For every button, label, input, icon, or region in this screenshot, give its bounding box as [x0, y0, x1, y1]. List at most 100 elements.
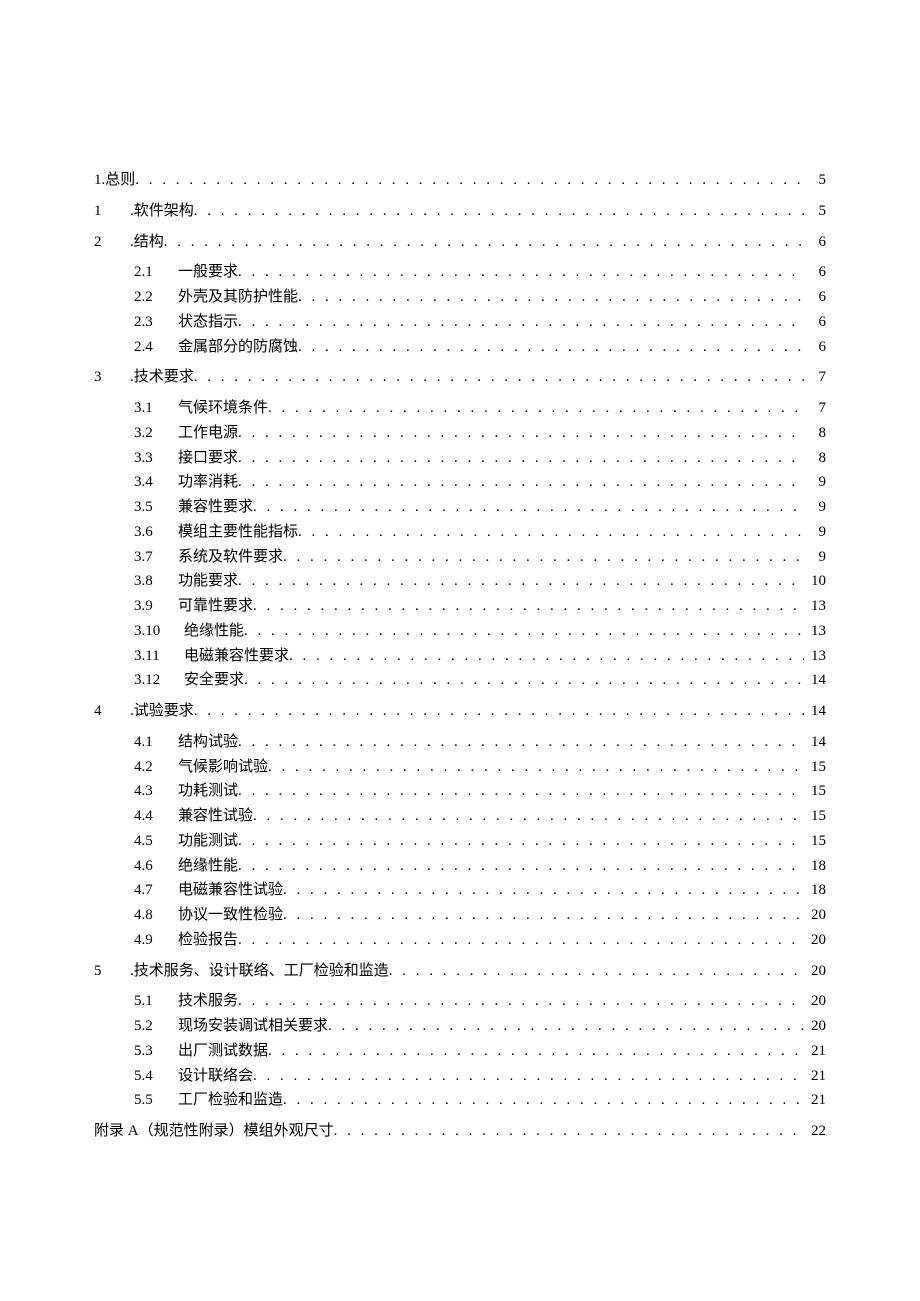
toc-title: 设计联络会: [178, 1064, 253, 1089]
toc-subsection: 3.8 功能要求 10: [134, 569, 826, 594]
toc-title: 气候影响试验: [178, 755, 268, 780]
toc-leader: [238, 569, 804, 594]
toc-page: 20: [804, 928, 826, 953]
toc-page: 7: [804, 365, 826, 390]
toc-leader: [298, 335, 804, 360]
toc-title: 功耗测试: [178, 779, 238, 804]
toc-section-5: 5 .技术服务、设计联络、工厂检验和监造 20: [94, 959, 826, 984]
toc-subsection: 4.5 功能测试 15: [134, 829, 826, 854]
toc-page: 9: [804, 545, 826, 570]
toc-leader: [238, 310, 804, 335]
toc-page: 15: [804, 755, 826, 780]
toc-sub: 4.4: [134, 804, 170, 829]
toc-page: 6: [804, 260, 826, 285]
toc-sub: 2.4: [134, 335, 170, 360]
toc-leader: [238, 470, 804, 495]
toc-leader: [283, 545, 804, 570]
toc-section-0: 1.总则 5: [94, 168, 826, 193]
toc-title: 状态指示: [178, 310, 238, 335]
toc-page: 6: [804, 285, 826, 310]
toc-sub: 3.11: [134, 644, 176, 669]
toc-title: 协议一致性检验: [178, 903, 283, 928]
toc-title: 外壳及其防护性能: [178, 285, 298, 310]
toc-page: 14: [804, 668, 826, 693]
toc-num: 1: [94, 199, 120, 224]
toc-page: 20: [804, 959, 826, 984]
toc-page: 6: [804, 335, 826, 360]
toc-leader: [194, 699, 804, 724]
toc-sub: 3.8: [134, 569, 170, 594]
toc-subsection: 5.4 设计联络会 21: [134, 1064, 826, 1089]
toc-subsection: 5.2 现场安装调试相关要求 20: [134, 1014, 826, 1039]
toc-title: 检验报告: [178, 928, 238, 953]
toc-title: .技术要求: [130, 365, 194, 390]
toc-title: 1.总则: [94, 168, 135, 193]
toc-leader: [283, 878, 804, 903]
toc-title: 功率消耗: [178, 470, 238, 495]
toc-sub: 3.4: [134, 470, 170, 495]
toc-page: 6: [804, 230, 826, 255]
toc-page: 13: [804, 594, 826, 619]
toc-subsection: 3.4 功率消耗 9: [134, 470, 826, 495]
toc-leader: [283, 903, 804, 928]
toc-subsection: 5.5 工厂检验和监造 21: [134, 1088, 826, 1113]
toc-subsection: 4.6 绝缘性能 18: [134, 854, 826, 879]
toc-title: 功能测试: [178, 829, 238, 854]
toc-title: 工作电源: [178, 421, 238, 446]
toc-sub: 4.3: [134, 779, 170, 804]
toc-title: 一般要求: [178, 260, 238, 285]
toc-sub: 4.8: [134, 903, 170, 928]
toc-leader: [238, 829, 804, 854]
toc-title: 安全要求: [184, 668, 244, 693]
table-of-contents: 1.总则 5 1 .软件架构 5 2 .结构 6 2.1 一般要求 6 2.2 …: [94, 168, 826, 1144]
toc-leader: [244, 619, 804, 644]
toc-page: 20: [804, 989, 826, 1014]
toc-subsection: 4.8 协议一致性检验 20: [134, 903, 826, 928]
toc-sub: 5.2: [134, 1014, 170, 1039]
toc-title: .试验要求: [130, 699, 194, 724]
toc-title: .软件架构: [130, 199, 194, 224]
toc-leader: [289, 644, 804, 669]
toc-num: 2: [94, 230, 120, 255]
toc-page: 21: [804, 1088, 826, 1113]
toc-title: 电磁兼容性要求: [184, 644, 289, 669]
toc-leader: [298, 285, 804, 310]
toc-leader: [238, 989, 804, 1014]
toc-section-1: 1 .软件架构 5: [94, 199, 826, 224]
toc-page: 21: [804, 1064, 826, 1089]
toc-num: 3: [94, 365, 120, 390]
toc-leader: [253, 804, 804, 829]
toc-title: 附录 A（规范性附录）模组外观尺寸: [94, 1119, 334, 1144]
toc-subsection: 4.3 功耗测试 15: [134, 779, 826, 804]
toc-title: 出厂测试数据: [178, 1039, 268, 1064]
toc-subsection: 4.2 气候影响试验 15: [134, 755, 826, 780]
toc-title: .技术服务、设计联络、工厂检验和监造: [130, 959, 389, 984]
toc-title: .结构: [130, 230, 164, 255]
toc-sub: 3.2: [134, 421, 170, 446]
toc-page: 22: [804, 1119, 826, 1144]
toc-title: 接口要求: [178, 446, 238, 471]
toc-sub: 4.1: [134, 730, 170, 755]
toc-sub: 5.3: [134, 1039, 170, 1064]
toc-leader: [238, 730, 804, 755]
toc-page: 13: [804, 644, 826, 669]
toc-page: 14: [804, 730, 826, 755]
toc-leader: [334, 1119, 804, 1144]
toc-subsection: 3.3 接口要求 8: [134, 446, 826, 471]
toc-subsection: 2.2 外壳及其防护性能 6: [134, 285, 826, 310]
toc-page: 5: [804, 168, 826, 193]
toc-sub: 4.5: [134, 829, 170, 854]
toc-title: 绝缘性能: [178, 854, 238, 879]
toc-subsection: 3.2 工作电源 8: [134, 421, 826, 446]
toc-sub: 3.9: [134, 594, 170, 619]
toc-title: 工厂检验和监造: [178, 1088, 283, 1113]
toc-title: 结构试验: [178, 730, 238, 755]
toc-subsection: 4.9 检验报告 20: [134, 928, 826, 953]
toc-subsection: 3.9 可靠性要求 13: [134, 594, 826, 619]
toc-leader: [268, 1039, 804, 1064]
toc-sub: 4.7: [134, 878, 170, 903]
toc-leader: [268, 396, 804, 421]
toc-title: 绝缘性能: [184, 619, 244, 644]
toc-sub: 2.3: [134, 310, 170, 335]
toc-title: 气候环境条件: [178, 396, 268, 421]
